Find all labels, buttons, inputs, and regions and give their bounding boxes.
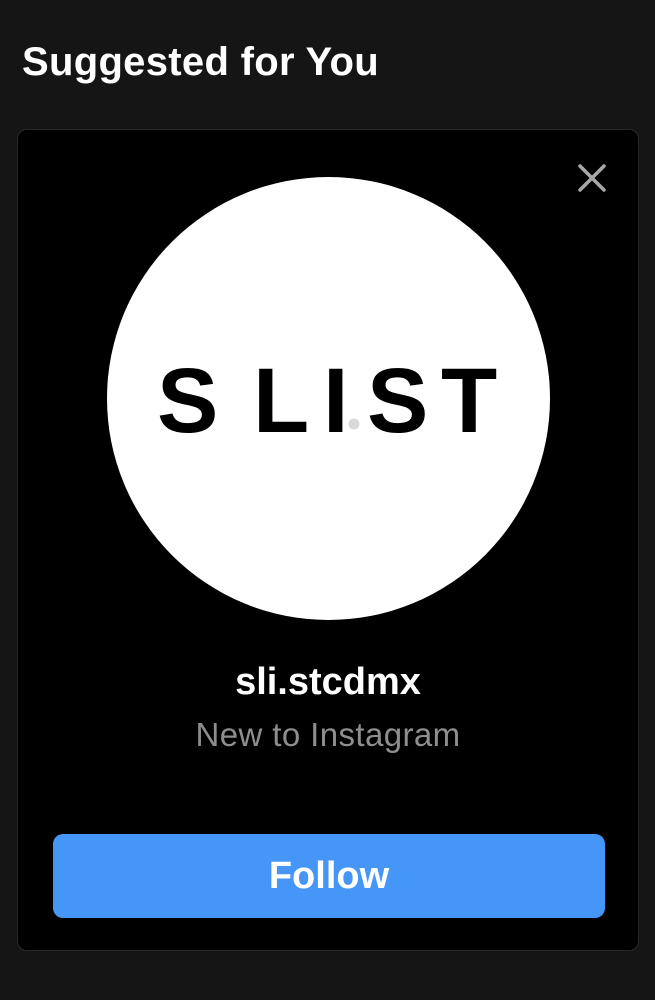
section-title: Suggested for You bbox=[22, 40, 379, 84]
follow-button[interactable]: Follow bbox=[53, 834, 605, 918]
svg-text:L: L bbox=[253, 350, 309, 452]
suggestion-reason: New to Instagram bbox=[195, 716, 461, 753]
suggested-for-you-panel: Suggested for You S L I S T sli.stcdmx N… bbox=[0, 0, 655, 1000]
username[interactable]: sli.stcdmx bbox=[18, 661, 638, 704]
svg-text:I: I bbox=[323, 350, 349, 452]
slist-logo: S L I S T bbox=[157, 350, 497, 452]
svg-text:S: S bbox=[157, 350, 218, 452]
dismiss-button[interactable] bbox=[572, 158, 612, 198]
svg-text:S: S bbox=[367, 350, 428, 452]
close-icon bbox=[578, 164, 606, 192]
suggestion-card: S L I S T sli.stcdmx New to Instagram Fo… bbox=[17, 129, 639, 951]
profile-avatar[interactable]: S L I S T bbox=[107, 177, 550, 620]
svg-text:T: T bbox=[441, 350, 497, 452]
